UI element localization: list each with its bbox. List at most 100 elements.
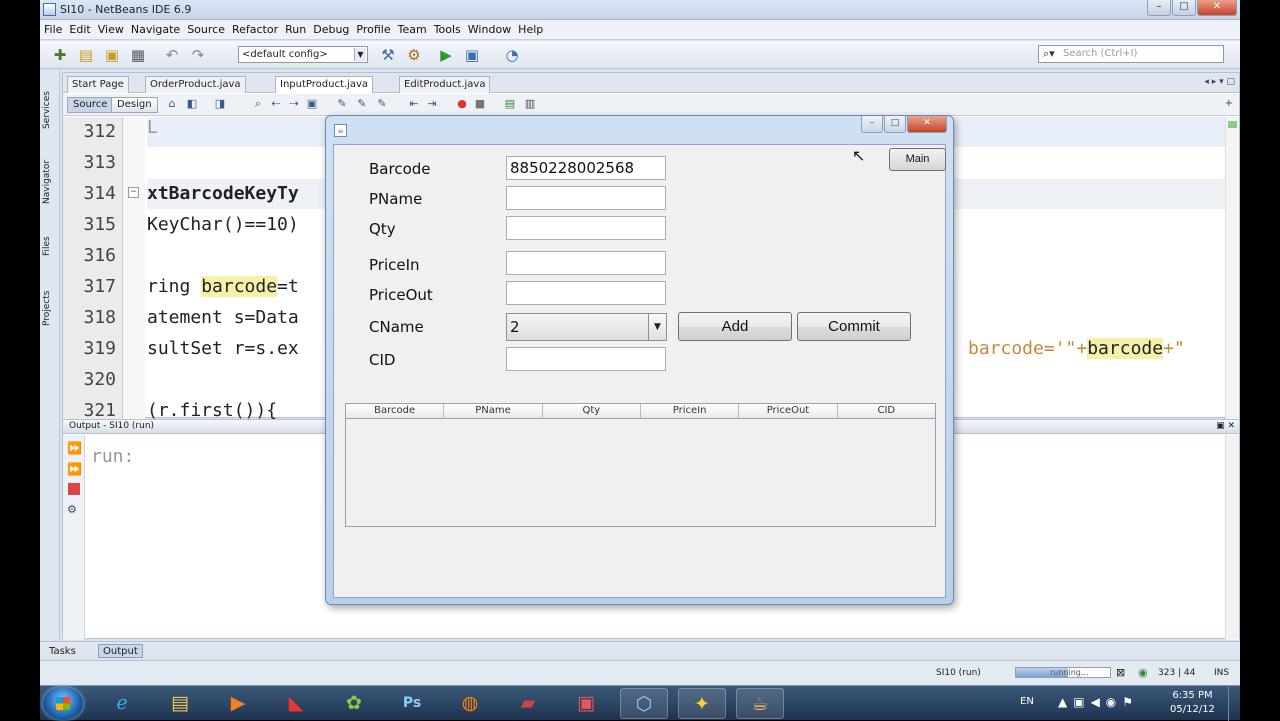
- menu-file[interactable]: File: [44, 23, 62, 36]
- redo-icon[interactable]: ↷: [188, 45, 208, 65]
- internet-explorer-icon[interactable]: ℯ: [98, 688, 146, 719]
- source-mode-button[interactable]: Source: [67, 97, 114, 113]
- netbeans-taskbar-icon[interactable]: ⬡: [620, 688, 668, 719]
- pname-field[interactable]: [506, 186, 666, 210]
- run-icon[interactable]: ▶: [436, 45, 456, 65]
- toggle-bookmark-icon[interactable]: ✎: [375, 97, 389, 111]
- new-project-icon[interactable]: ✚: [50, 45, 70, 65]
- pricein-field[interactable]: [506, 251, 666, 275]
- priceout-field[interactable]: [506, 281, 666, 305]
- menu-debug[interactable]: Debug: [313, 23, 349, 36]
- show-desktop-button[interactable]: [1228, 686, 1240, 721]
- column-header-cid[interactable]: CID: [838, 404, 935, 418]
- column-header-barcode[interactable]: Barcode: [346, 404, 445, 418]
- code-line-319-continued[interactable]: barcode='"+barcode+": [968, 338, 1185, 359]
- column-header-qty[interactable]: Qty: [543, 404, 641, 418]
- menu-team[interactable]: Team: [398, 23, 427, 36]
- new-file-icon[interactable]: ▤: [76, 45, 96, 65]
- code-line-318[interactable]: atement s=Data: [147, 307, 299, 328]
- profile-icon[interactable]: ◔: [502, 45, 522, 65]
- output-scrollbar[interactable]: [1225, 435, 1239, 640]
- dialog-minimize-button[interactable]: –: [861, 116, 883, 133]
- code-line-315[interactable]: KeyChar()==10): [147, 214, 299, 235]
- dialog-maximize-button[interactable]: □: [884, 116, 906, 133]
- add-button[interactable]: Add: [678, 312, 792, 341]
- undo-icon[interactable]: ↶: [162, 45, 182, 65]
- code-line-317[interactable]: ring barcode=t: [147, 276, 299, 297]
- find-icon[interactable]: ⌕: [251, 97, 265, 111]
- qty-field[interactable]: [506, 216, 666, 240]
- shift-left-icon[interactable]: ⇤: [407, 97, 421, 111]
- menu-navigate[interactable]: Navigate: [131, 23, 180, 36]
- dialog-close-button[interactable]: ✕: [907, 116, 947, 133]
- bookmark-prev-icon[interactable]: ✎: [335, 97, 349, 111]
- build-icon[interactable]: ⚒: [378, 45, 398, 65]
- code-line-321[interactable]: (r.first()){: [147, 400, 277, 421]
- cname-select[interactable]: 2 ▼: [506, 313, 667, 341]
- debug-icon[interactable]: ▣: [462, 45, 482, 65]
- configuration-select[interactable]: <default config> ▼: [238, 46, 368, 63]
- back-icon[interactable]: ◧: [185, 97, 199, 111]
- rerun-icon[interactable]: ⏩: [67, 441, 82, 455]
- menu-tools[interactable]: Tools: [434, 23, 461, 36]
- code-line-312[interactable]: L: [147, 117, 158, 138]
- language-indicator[interactable]: EN: [1020, 696, 1034, 707]
- design-mode-button[interactable]: Design: [111, 97, 158, 113]
- powerpoint-icon[interactable]: ▣: [562, 688, 610, 719]
- menu-help[interactable]: Help: [518, 23, 543, 36]
- menu-run[interactable]: Run: [285, 23, 306, 36]
- menu-window[interactable]: Window: [468, 23, 511, 36]
- split-icon[interactable]: +: [1225, 98, 1233, 109]
- save-all-icon[interactable]: ▦: [128, 45, 148, 65]
- start-button[interactable]: [43, 687, 83, 720]
- firefox-icon[interactable]: ◍: [446, 688, 494, 719]
- comment-icon[interactable]: ▤: [503, 97, 517, 111]
- side-tab-navigator[interactable]: Navigator: [42, 152, 58, 212]
- app-icon-green[interactable]: ✿: [330, 688, 378, 719]
- tab-output[interactable]: Output: [98, 644, 143, 658]
- menu-source[interactable]: Source: [187, 23, 225, 36]
- tab-tasks[interactable]: Tasks: [44, 644, 81, 658]
- side-tab-services[interactable]: Services: [42, 80, 58, 140]
- tab-orderproduct[interactable]: OrderProduct.java: [145, 76, 246, 93]
- office-app-icon[interactable]: ◣: [272, 688, 320, 719]
- column-header-pname[interactable]: PName: [444, 404, 543, 418]
- column-header-priceout[interactable]: PriceOut: [739, 404, 838, 418]
- column-header-pricein[interactable]: PriceIn: [641, 404, 740, 418]
- rerun-different-icon[interactable]: ⏩: [67, 462, 82, 476]
- cancel-task-icon[interactable]: ⊠: [1116, 666, 1125, 679]
- bookmark-next-icon[interactable]: ✎: [355, 97, 369, 111]
- notifications-icon[interactable]: ◉: [1138, 666, 1148, 679]
- barcode-field[interactable]: 8850228002568: [506, 156, 666, 180]
- search-input[interactable]: ⌕▾ Search (Ctrl+I): [1038, 45, 1224, 63]
- tab-start-page[interactable]: Start Page: [67, 76, 129, 93]
- tab-inputproduct[interactable]: InputProduct.java: [275, 76, 373, 93]
- side-tab-projects[interactable]: Projects: [42, 278, 58, 338]
- find-next-icon[interactable]: ⇢: [287, 97, 301, 111]
- history-icon[interactable]: ⌂: [165, 97, 179, 111]
- book-app-icon[interactable]: ▰: [504, 688, 552, 719]
- photoshop-icon[interactable]: Ps: [388, 688, 436, 719]
- forward-icon[interactable]: ◨: [213, 97, 227, 111]
- uncomment-icon[interactable]: ▥: [523, 97, 537, 111]
- menu-view[interactable]: View: [98, 23, 124, 36]
- output-panel-controls-icon[interactable]: ▣ ✕: [1216, 420, 1235, 433]
- tab-scroll-arrows-icon[interactable]: ◂ ▸ ▾ ▢: [1204, 77, 1235, 87]
- stop-icon[interactable]: [68, 483, 80, 495]
- shift-right-icon[interactable]: ⇥: [425, 97, 439, 111]
- start-macro-icon[interactable]: ●: [455, 97, 469, 111]
- maximize-button[interactable]: □: [1172, 0, 1196, 16]
- code-line-314[interactable]: xtBarcodeKeyTy: [147, 183, 299, 204]
- code-line-319[interactable]: sultSet r=s.ex: [147, 338, 299, 359]
- menu-refactor[interactable]: Refactor: [232, 23, 278, 36]
- tray-icons[interactable]: ▲▣◀◉⚑: [1058, 695, 1139, 709]
- java-app-taskbar-icon[interactable]: ☕: [736, 688, 784, 719]
- menu-edit[interactable]: Edit: [69, 23, 90, 36]
- media-player-icon[interactable]: ▶: [214, 688, 262, 719]
- chat-app-icon[interactable]: ✦: [678, 688, 726, 719]
- clean-build-icon[interactable]: ⚙: [404, 45, 424, 65]
- cid-field[interactable]: [506, 347, 666, 371]
- stop-macro-icon[interactable]: ■: [473, 97, 487, 111]
- fold-collapse-icon[interactable]: −: [128, 187, 139, 198]
- file-explorer-icon[interactable]: ▤: [156, 688, 204, 719]
